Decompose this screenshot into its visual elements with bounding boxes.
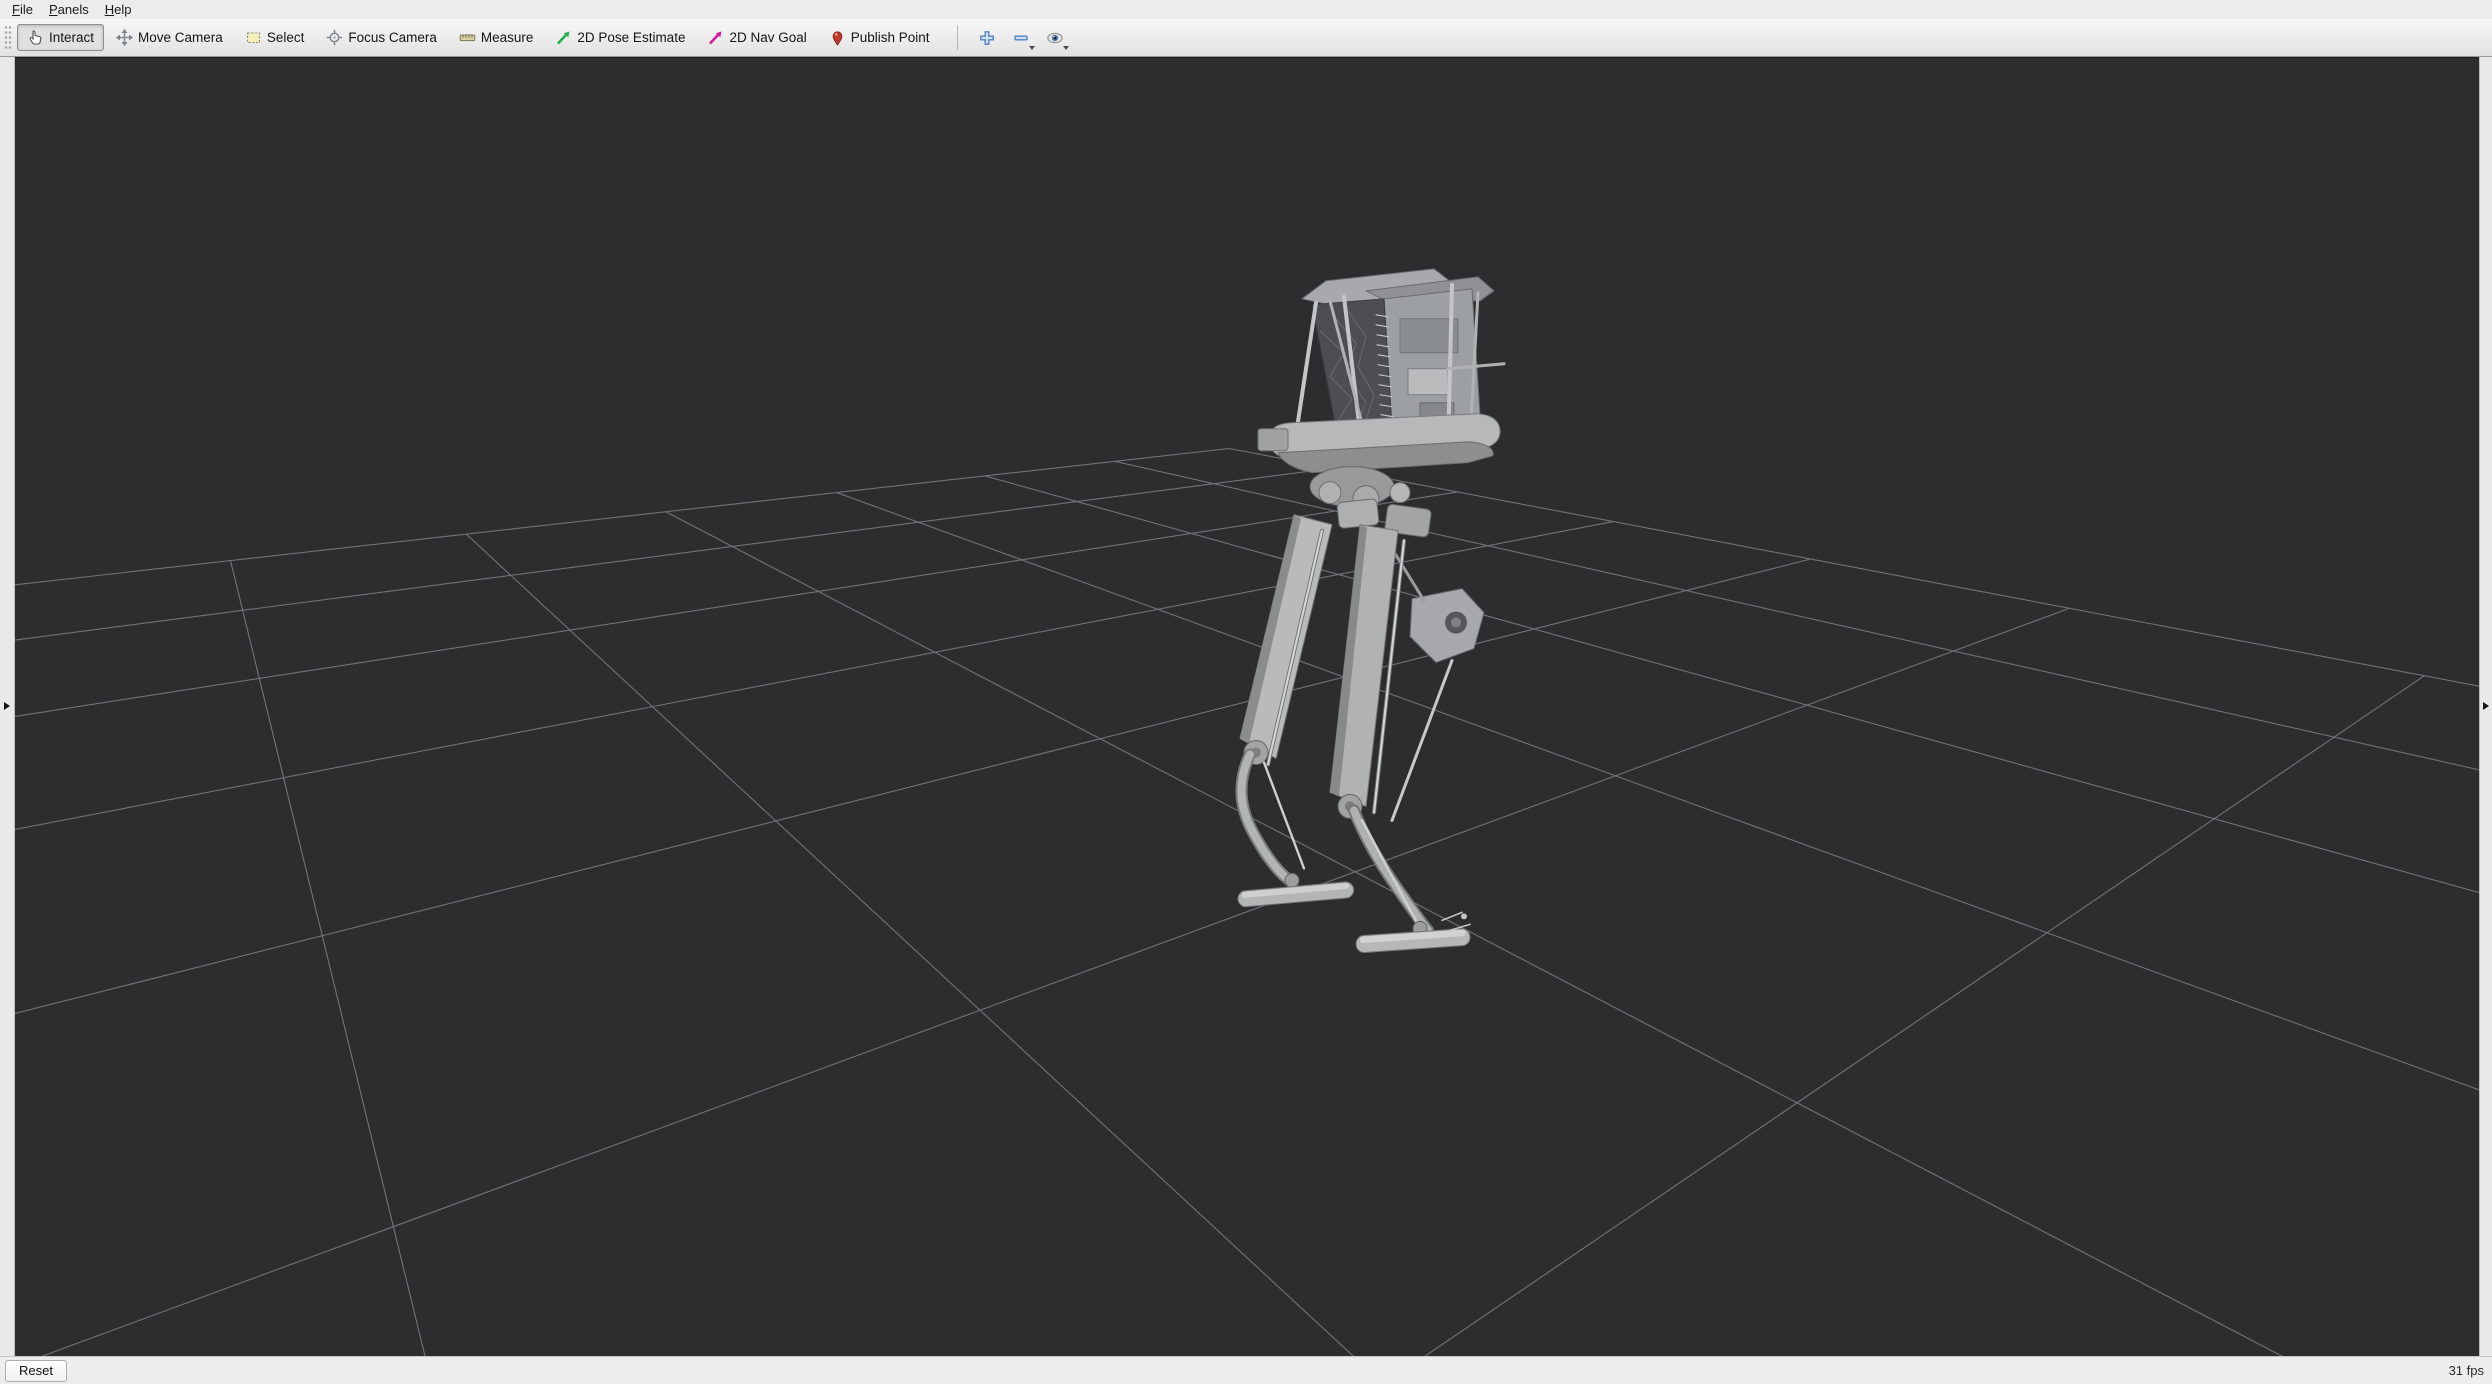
tool-select[interactable]: Select — [235, 24, 315, 51]
move-arrows-icon — [116, 28, 134, 47]
expand-left-panel-handle[interactable] — [4, 702, 10, 710]
fps-counter: 31 fps — [2448, 1363, 2484, 1378]
menu-help[interactable]: Help — [97, 1, 140, 18]
add-tool-plus-icon[interactable] — [972, 24, 1002, 52]
tool-measure[interactable]: Measure — [449, 24, 544, 51]
map-pin-icon — [829, 29, 846, 46]
menu-file[interactable]: File — [4, 1, 41, 18]
tool-label: Interact — [49, 30, 95, 45]
center-stage — [0, 57, 2492, 1356]
visibility-eye-icon[interactable] — [1040, 24, 1070, 52]
tool-focus-camera[interactable]: Focus Camera — [316, 24, 447, 51]
tool-label: Select — [266, 30, 305, 45]
reset-button[interactable]: Reset — [5, 1359, 67, 1382]
tool-label: Move Camera — [138, 30, 223, 45]
robot-model — [1235, 268, 1506, 954]
toolbar: Interact Move Camera Select Focus Camera… — [0, 19, 2492, 57]
selection-box-icon — [245, 29, 262, 46]
toolbar-separator — [956, 25, 958, 50]
nav-arrow-magenta-icon — [707, 29, 724, 46]
tool-2d-pose-estimate[interactable]: 2D Pose Estimate — [545, 24, 695, 51]
expand-right-panel-handle[interactable] — [2483, 702, 2489, 710]
displays-panel-collapsed — [0, 57, 15, 1356]
tool-label: 2D Nav Goal — [729, 30, 807, 45]
menu-panels[interactable]: Panels — [41, 1, 97, 18]
tool-2d-nav-goal[interactable]: 2D Nav Goal — [697, 24, 816, 51]
tool-publish-point[interactable]: Publish Point — [819, 24, 940, 51]
ruler-icon — [459, 29, 476, 46]
tool-move-camera[interactable]: Move Camera — [106, 24, 233, 51]
remove-tool-minus-icon[interactable] — [1006, 24, 1036, 52]
tool-label: Focus Camera — [348, 30, 437, 45]
tool-label: Publish Point — [850, 30, 930, 45]
views-panel-collapsed — [2479, 57, 2492, 1356]
tool-label: Measure — [480, 30, 534, 45]
toolbar-drag-handle[interactable] — [4, 24, 13, 51]
menu-bar: File Panels Help — [0, 0, 2492, 19]
status-bar: Reset 31 fps — [0, 1356, 2492, 1384]
tool-label: 2D Pose Estimate — [577, 30, 686, 45]
hand-pointer-icon — [27, 29, 44, 46]
pose-arrow-green-icon — [555, 29, 572, 46]
tool-interact[interactable]: Interact — [17, 24, 105, 51]
scene-svg — [15, 268, 2479, 1356]
focus-crosshair-icon — [326, 29, 343, 46]
render-viewport-3d[interactable] — [15, 57, 2479, 1356]
